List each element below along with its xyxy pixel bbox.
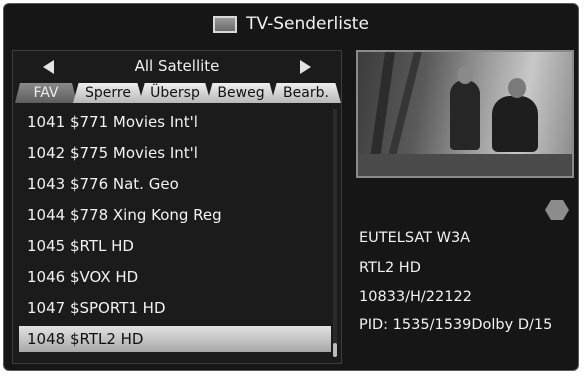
tab-beweg[interactable]: Beweg	[207, 83, 275, 103]
channel-row[interactable]: 1043 $776 Nat. Geo	[19, 171, 331, 197]
tab-uebersp[interactable]: Übersp	[139, 83, 211, 103]
tab-fav[interactable]: FAV	[15, 83, 77, 103]
channel-row[interactable]: 1047 $SPORT1 HD	[19, 295, 331, 321]
tv-icon	[213, 15, 238, 33]
hexagon-icon	[545, 200, 569, 220]
scroll-thumb[interactable]	[333, 343, 337, 357]
arrow-right-icon[interactable]	[300, 60, 311, 74]
channel-row[interactable]: 1041 $771 Movies Int'l	[19, 109, 331, 135]
channel-row[interactable]: 1045 $RTL HD	[19, 233, 331, 259]
channel-list-window: TV-Senderliste All Satellite FAV Sperre …	[3, 3, 579, 371]
satellite-label: All Satellite	[134, 57, 220, 75]
window-title: TV-Senderliste	[246, 14, 369, 34]
satellite-selector[interactable]: All Satellite	[13, 51, 341, 81]
channel-preview	[356, 50, 574, 178]
arrow-left-icon[interactable]	[43, 60, 54, 74]
channel-list-panel: All Satellite FAV Sperre Übersp Beweg Be…	[12, 50, 342, 364]
info-pid: PID: 1535/1539Dolby D/15	[359, 317, 553, 333]
channel-row[interactable]: 1044 $778 Xing Kong Reg	[19, 202, 331, 228]
info-transponder: 10833/H/22122	[359, 289, 472, 305]
info-channel: RTL2 HD	[359, 260, 421, 276]
tab-bar: FAV Sperre Übersp Beweg Bearb.	[15, 83, 341, 105]
channel-row-selected[interactable]: 1048 $RTL2 HD	[19, 326, 331, 352]
channel-row[interactable]: 1042 $775 Movies Int'l	[19, 140, 331, 166]
channel-row[interactable]: 1046 $VOX HD	[19, 264, 331, 290]
list-scrollbar[interactable]	[333, 109, 337, 357]
tab-bearb[interactable]: Bearb.	[271, 83, 341, 103]
tab-sperre[interactable]: Sperre	[73, 83, 143, 103]
title-bar: TV-Senderliste	[4, 4, 578, 44]
info-satellite: EUTELSAT W3A	[359, 230, 471, 246]
